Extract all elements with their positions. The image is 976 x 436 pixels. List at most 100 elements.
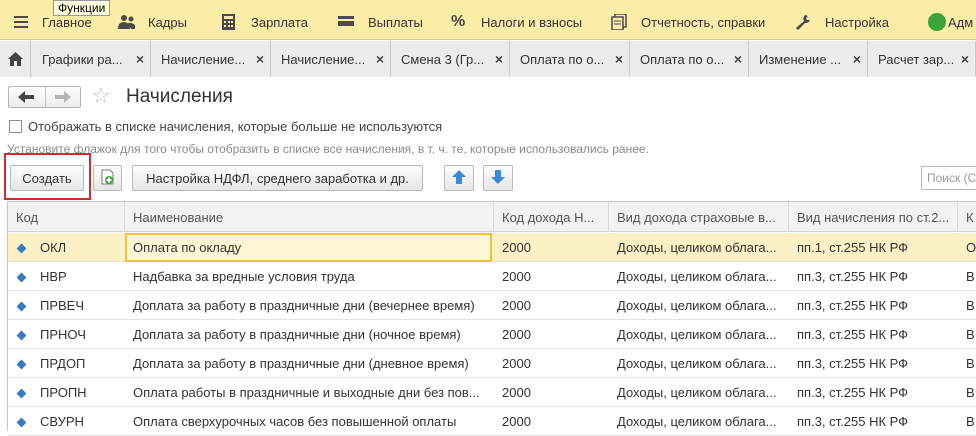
tab-label: Изменение ... (759, 51, 841, 67)
calculator-icon (221, 14, 239, 30)
cell-code: ПРОПН (40, 385, 87, 400)
table-row[interactable]: ОКЛ Оплата по окладу 2000 Доходы, целико… (8, 233, 976, 262)
cell-code: ОКЛ (40, 240, 67, 255)
cell-name[interactable]: Оплата по окладу (125, 233, 492, 262)
ndfl-settings-button[interactable]: Настройка НДФЛ, среднего заработка и др. (132, 165, 423, 191)
open-windows-tabs: Графики ра... × Начисление... × Начислен… (0, 41, 976, 77)
tab-label: Оплата по о... (640, 51, 725, 67)
table-header: Код Наименование Код дохода Н... Вид дох… (8, 202, 976, 232)
cell-income-type: Доходы, целиком облага... (617, 327, 777, 342)
cell-income-type: Доходы, целиком облага... (617, 385, 777, 400)
wallet-icon (338, 14, 356, 30)
percent-icon: % (451, 13, 466, 30)
cell-code: СВУРН (40, 414, 84, 429)
menu-item-label: Кадры (148, 14, 187, 30)
table-row[interactable]: НВР Надбавка за вредные условия труда 20… (8, 262, 976, 291)
cell-accrual-type: пп.1, ст.255 НК РФ (797, 240, 909, 255)
menu-item-label: Главное (42, 14, 92, 30)
menu-item-label: Налоги и взносы (481, 14, 583, 30)
cell-name: Оплата работы в праздничные и выходные д… (133, 385, 480, 400)
column-header-accrual-type[interactable]: Вид начисления по ст.2... (789, 202, 958, 232)
column-header-income-code[interactable]: Код дохода Н... (494, 202, 609, 232)
table-row[interactable]: ПРОПН Оплата работы в праздничные и выхо… (8, 378, 976, 407)
cell-name: Оплата сверхурочных часов без повышенной… (133, 414, 457, 429)
close-icon[interactable]: × (495, 51, 503, 67)
accrual-marker-icon (16, 388, 27, 399)
home-icon (8, 52, 23, 69)
table-row[interactable]: ПРНОЧ Доплата за работу в праздничные дн… (8, 320, 976, 349)
close-icon[interactable]: × (256, 51, 264, 67)
table-row[interactable]: СВУРН Оплата сверхурочных часов без повы… (8, 407, 976, 436)
cell-extra: В (966, 356, 975, 371)
close-icon[interactable]: × (615, 51, 623, 67)
cell-extra: О (966, 240, 976, 255)
column-header-name[interactable]: Наименование (125, 202, 494, 232)
cell-income-code: 2000 (502, 327, 531, 342)
cell-code: ПРНОЧ (40, 327, 86, 342)
menu-item-salary[interactable]: Зарплата (221, 12, 308, 32)
cell-income-code: 2000 (502, 298, 531, 313)
tab-label: Графики ра... (42, 51, 123, 67)
column-header-extra[interactable]: К (958, 202, 976, 232)
close-icon[interactable]: × (853, 51, 861, 67)
menu-item-personnel[interactable]: Кадры (118, 12, 187, 32)
cell-accrual-type: пп.3, ст.255 НК РФ (797, 298, 909, 313)
cell-code: ПРДОП (40, 356, 86, 371)
arrow-up-icon (452, 169, 466, 187)
tab-accrual-1[interactable]: Начисление... × (151, 41, 271, 77)
close-icon[interactable]: × (734, 51, 742, 67)
accrual-marker-icon (16, 243, 27, 254)
table-row[interactable]: ПРВЕЧ Доплата за работу в праздничные дн… (8, 291, 976, 320)
tab-salary-pay-2[interactable]: Оплата по о... × (630, 41, 749, 77)
cell-name: Доплата за работу в праздничные дни (дне… (133, 356, 469, 371)
column-header-income-type[interactable]: Вид дохода страховые в... (609, 202, 789, 232)
tab-payroll[interactable]: Расчет зар... × (868, 41, 976, 77)
create-button[interactable]: Создать (10, 165, 84, 191)
cell-extra: В (966, 298, 975, 313)
column-header-code[interactable]: Код (8, 202, 125, 232)
cell-accrual-type: пп.3, ст.255 НК РФ (797, 414, 909, 429)
cell-income-type: Доходы, целиком облага... (617, 240, 777, 255)
close-icon[interactable]: × (376, 51, 384, 67)
cell-extra: В (966, 414, 975, 429)
tab-shift-3[interactable]: Смена 3 (Гр... × (391, 41, 510, 77)
move-down-button[interactable] (483, 165, 513, 191)
show-unused-label[interactable]: Отображать в списке начисления, которые … (28, 119, 442, 134)
tab-accrual-2[interactable]: Начисление... × (271, 41, 391, 77)
favorite-star-icon[interactable]: ☆ (91, 84, 111, 108)
home-tab[interactable] (0, 41, 31, 77)
menu-item-taxes[interactable]: % Налоги и взносы (451, 12, 582, 32)
table-row[interactable]: ПРДОП Доплата за работу в праздничные дн… (8, 349, 976, 378)
cell-income-type: Доходы, целиком облага... (617, 414, 777, 429)
tab-schedules[interactable]: Графики ра... × (32, 41, 151, 77)
search-input[interactable]: Поиск (Ctrl (921, 166, 976, 190)
hamburger-icon (12, 14, 30, 30)
menu-item-label: Настройка (825, 14, 889, 30)
forward-arrow-icon[interactable] (55, 90, 71, 107)
menu-item-label: Зарплата (251, 14, 308, 30)
back-arrow-icon[interactable] (18, 90, 34, 107)
cell-code: НВР (40, 269, 67, 284)
tab-change[interactable]: Изменение ... × (749, 41, 868, 77)
menu-item-admin[interactable]: Адм (948, 12, 973, 32)
cell-extra: В (966, 385, 975, 400)
cell-accrual-type: пп.3, ст.255 НК РФ (797, 385, 909, 400)
cell-income-code: 2000 (502, 356, 531, 371)
menu-item-reports[interactable]: Отчетность, справки (611, 12, 765, 32)
close-icon[interactable]: × (961, 51, 969, 67)
cell-extra: В (966, 269, 975, 284)
admin-icon (928, 13, 946, 31)
show-unused-checkbox[interactable] (9, 120, 22, 133)
copy-button[interactable] (93, 165, 122, 191)
cell-accrual-type: пп.3, ст.255 НК РФ (797, 269, 909, 284)
menu-item-settings[interactable]: Настройка (795, 12, 889, 32)
close-icon[interactable]: × (136, 51, 144, 67)
cell-name: Надбавка за вредные условия труда (133, 269, 355, 284)
cell-accrual-type: пп.3, ст.255 НК РФ (797, 356, 909, 371)
move-up-button[interactable] (444, 165, 474, 191)
menu-item-payments[interactable]: Выплаты (338, 12, 423, 32)
accrual-marker-icon (16, 359, 27, 370)
cell-income-type: Доходы, целиком облага... (617, 269, 777, 284)
tab-salary-pay-1[interactable]: Оплата по о... × (510, 41, 630, 77)
cell-income-code: 2000 (502, 385, 531, 400)
